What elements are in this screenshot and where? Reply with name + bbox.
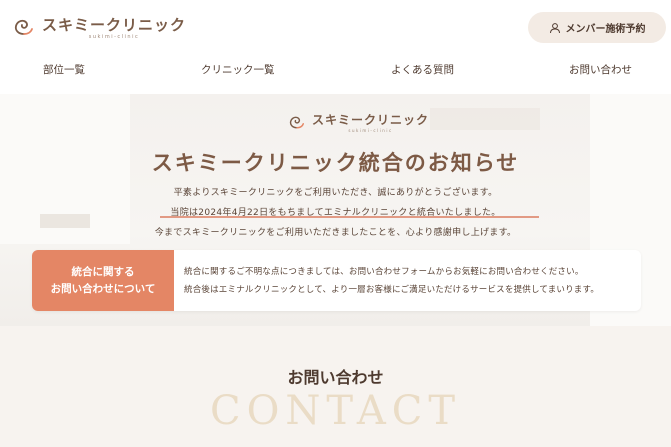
info-text-2: 統合後はエミナルクリニックとして、より一層お客様にご満足いただけるサービスを提供… [184,285,600,295]
brand-sub: sukimi-clinic [88,33,140,40]
brand-name: スキミークリニック [42,15,187,34]
nav-item-faq[interactable]: よくある質問 [391,58,454,82]
notice-line-1: 平素よりスキミークリニックをご利用いただき、誠にありがとうございます。 [173,188,498,198]
page-title: スキミークリニック統合のお知らせ [151,151,520,175]
swirl-logo-icon [14,19,33,35]
info-label: 統合に関する お問い合わせについて [32,250,174,311]
member-booking-label: メンバー施術予約 [565,24,646,35]
main-nav: 部位一覧 クリニック一覧 よくある質問 お問い合わせ [0,58,671,82]
swirl-logo-icon [289,116,304,129]
highlight-underline [160,216,539,218]
info-label-line-1: 統合に関する [71,265,135,278]
info-text-1: 統合に関するご不明な点につきましては、お問い合わせフォームからお気軽にお問い合わ… [184,267,584,277]
nav-item-contact[interactable]: お問い合わせ [569,58,632,82]
hero-brand-name: スキミークリニック [312,112,430,127]
user-icon [549,22,560,33]
hero-brand-sub: sukimi-clinic [348,127,393,133]
info-label-line-2: お問い合わせについて [50,282,156,295]
site-header: スキミークリニック sukimi-clinic メンバー施術予約 部位一覧 クリ… [0,0,671,94]
member-booking-button[interactable]: メンバー施術予約 [528,12,666,43]
notice-line-3: 今までスキミークリニックをご利用いただきましたことを、心より感謝申し上げます。 [154,228,517,238]
contact-heading-decorative: CONTACT [209,388,462,434]
contact-section: お問い合わせ CONTACT [0,326,671,447]
bg-sign [430,108,540,130]
hero-section: スキミークリニック sukimi-clinic スキミークリニック統合のお知らせ… [0,94,671,326]
nav-item-body-parts[interactable]: 部位一覧 [43,58,85,82]
hero-logo: スキミークリニック sukimi-clinic [286,112,429,134]
nav-item-clinics[interactable]: クリニック一覧 [201,58,275,82]
merger-info-box: 統合に関する お問い合わせについて 統合に関するご不明な点につきましては、お問い… [32,250,641,311]
contact-title: お問い合わせ [287,368,384,387]
site-logo[interactable]: スキミークリニック sukimi-clinic [10,14,186,42]
